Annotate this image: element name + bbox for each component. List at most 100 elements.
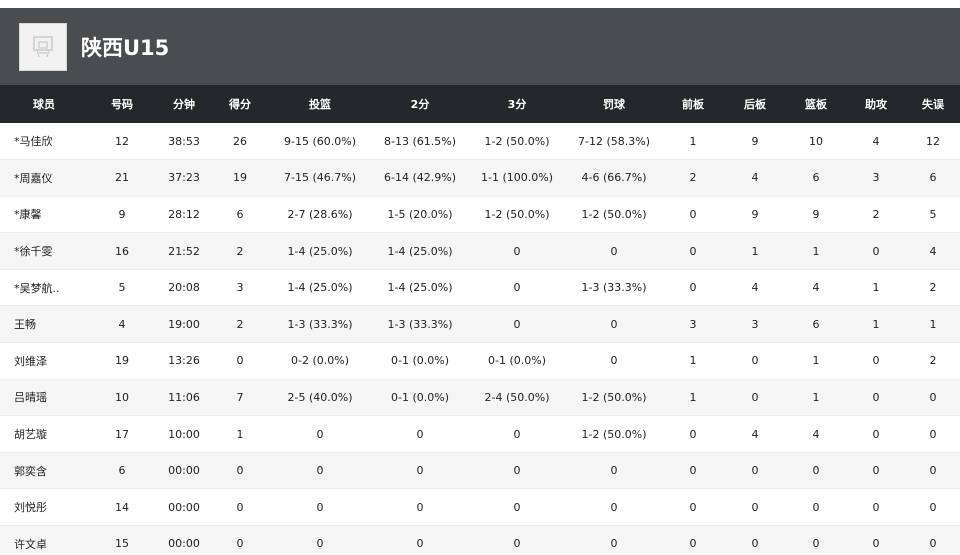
stat-cell-minutes: 00:00 xyxy=(156,525,212,555)
stat-cell-ft: 1-3 (33.3%) xyxy=(566,269,662,307)
stat-cell-def-reb: 9 xyxy=(724,123,786,161)
stat-cell-ast: 0 xyxy=(846,488,906,527)
stat-cell-def-reb: 4 xyxy=(724,269,786,307)
stat-cell-number: 5 xyxy=(88,269,156,307)
stat-cell-number: 10 xyxy=(88,379,156,417)
table-row: 吕晴瑶 10 11:06 7 2-5 (40.0%) 0-1 (0.0%) 2-4 (50.… xyxy=(0,379,960,417)
basketball-hoop-icon xyxy=(33,35,53,57)
stat-cell-def-reb: 0 xyxy=(724,452,786,490)
stat-cell-number: 15 xyxy=(88,525,156,555)
table-header-row: 球员 号码 分钟 得分 投篮 2分 3分 罚球 前板 后板 篮板 助攻 失误 xyxy=(0,85,960,123)
stat-cell-reb: 4 xyxy=(786,415,846,453)
stat-cell-fg: 1-4 (25.0%) xyxy=(268,269,372,307)
stat-cell-tov: 5 xyxy=(906,196,960,234)
stat-cell-ast: 1 xyxy=(846,269,906,307)
stat-cell-off-reb: 0 xyxy=(662,269,724,307)
stat-cell-points: 26 xyxy=(212,123,268,161)
stat-cell-tov: 4 xyxy=(906,232,960,270)
stat-cell-fg: 0-2 (0.0%) xyxy=(268,342,372,380)
stat-cell-off-reb: 0 xyxy=(662,196,724,234)
stat-cell-reb: 1 xyxy=(786,232,846,270)
stat-cell-three-pt: 0 xyxy=(468,415,566,453)
team-name: 陕西U15 xyxy=(81,35,170,60)
stat-cell-minutes: 10:00 xyxy=(156,415,212,453)
stat-cell-two-pt: 1-4 (25.0%) xyxy=(372,232,468,270)
stat-cell-tov: 1 xyxy=(906,305,960,344)
column-header-three-pt: 3分 xyxy=(507,98,527,111)
stat-cell-points: 7 xyxy=(212,379,268,417)
stat-cell-tov: 0 xyxy=(906,415,960,453)
stat-cell-off-reb: 1 xyxy=(662,379,724,417)
stat-cell-off-reb: 0 xyxy=(662,415,724,453)
stat-cell-fg: 0 xyxy=(268,525,372,555)
stat-cell-three-pt: 0 xyxy=(468,525,566,555)
column-header-reb: 篮板 xyxy=(805,98,827,111)
stat-cell-two-pt: 8-13 (61.5%) xyxy=(372,123,468,161)
player-name-cell: *吴梦航.. xyxy=(0,269,88,307)
stat-cell-fg: 1-3 (33.3%) xyxy=(268,305,372,344)
table-row: 刘维泽 19 13:26 0 0-2 (0.0%) 0-1 (0.0%) 0-1 (0.0%… xyxy=(0,342,960,380)
stat-cell-reb: 0 xyxy=(786,452,846,490)
stat-cell-number: 16 xyxy=(88,232,156,270)
column-header-number: 号码 xyxy=(111,98,133,111)
stat-cell-tov: 12 xyxy=(906,123,960,161)
column-header-minutes: 分钟 xyxy=(173,98,195,111)
stat-cell-ft: 0 xyxy=(566,525,662,555)
stat-cell-reb: 0 xyxy=(786,525,846,555)
stat-cell-fg: 0 xyxy=(268,488,372,527)
stat-cell-fg: 1-4 (25.0%) xyxy=(268,232,372,270)
stat-cell-ast: 3 xyxy=(846,159,906,197)
stat-cell-three-pt: 0 xyxy=(468,452,566,490)
stat-cell-reb: 6 xyxy=(786,159,846,197)
stat-cell-points: 6 xyxy=(212,196,268,234)
stat-cell-tov: 0 xyxy=(906,525,960,555)
team-header: 陕西U15 xyxy=(0,8,960,85)
stat-cell-ft: 0 xyxy=(566,232,662,270)
stat-cell-ast: 0 xyxy=(846,525,906,555)
stat-cell-ft: 0 xyxy=(566,342,662,380)
column-header-ft: 罚球 xyxy=(603,98,625,111)
table-row: 许文卓 15 00:00 0 0 0 0 0 0 0 0 0 0 xyxy=(0,525,960,555)
stat-cell-def-reb: 1 xyxy=(724,232,786,270)
player-name-cell: 许文卓 xyxy=(0,525,88,555)
stat-cell-minutes: 20:08 xyxy=(156,269,212,307)
stat-cell-def-reb: 0 xyxy=(724,342,786,380)
table-row: 刘悦彤 14 00:00 0 0 0 0 0 0 0 0 0 0 xyxy=(0,488,960,527)
stat-cell-points: 3 xyxy=(212,269,268,307)
stat-cell-def-reb: 9 xyxy=(724,196,786,234)
stat-cell-fg: 2-7 (28.6%) xyxy=(268,196,372,234)
stat-cell-def-reb: 0 xyxy=(724,488,786,527)
table-body: *马佳欣 12 38:53 26 9-15 (60.0%) 8-13 (61.5%) 1-2… xyxy=(0,123,960,555)
top-spacer xyxy=(0,0,960,8)
stat-cell-ft: 0 xyxy=(566,488,662,527)
stat-cell-number: 6 xyxy=(88,452,156,490)
stat-cell-ft: 1-2 (50.0%) xyxy=(566,196,662,234)
stat-cell-number: 17 xyxy=(88,415,156,453)
table-row: *周嘉仪 21 37:23 19 7-15 (46.7%) 6-14 (42.9%) 1-1… xyxy=(0,159,960,197)
player-name-cell: *周嘉仪 xyxy=(0,159,88,197)
stat-cell-minutes: 00:00 xyxy=(156,452,212,490)
stat-cell-tov: 0 xyxy=(906,379,960,417)
stat-cell-ast: 1 xyxy=(846,305,906,344)
column-header-ast: 助攻 xyxy=(865,98,887,111)
stat-cell-ast: 0 xyxy=(846,379,906,417)
player-name-cell: *康馨 xyxy=(0,196,88,234)
stat-cell-off-reb: 0 xyxy=(662,452,724,490)
stat-cell-two-pt: 1-5 (20.0%) xyxy=(372,196,468,234)
player-name-cell: 郭奕含 xyxy=(0,452,88,490)
stat-cell-minutes: 00:00 xyxy=(156,488,212,527)
stat-cell-reb: 1 xyxy=(786,342,846,380)
player-name-cell: 吕晴瑶 xyxy=(0,379,88,417)
stat-cell-minutes: 13:26 xyxy=(156,342,212,380)
stat-cell-minutes: 21:52 xyxy=(156,232,212,270)
stat-cell-three-pt: 0 xyxy=(468,488,566,527)
stat-cell-number: 9 xyxy=(88,196,156,234)
box-score-table: 球员 号码 分钟 得分 投篮 2分 3分 罚球 前板 后板 篮板 助攻 失误 *马佳欣 12 38:53 26… xyxy=(0,85,960,555)
stat-cell-points: 0 xyxy=(212,525,268,555)
stat-cell-two-pt: 0 xyxy=(372,525,468,555)
stat-cell-three-pt: 0 xyxy=(468,269,566,307)
player-name-cell: 刘维泽 xyxy=(0,342,88,380)
table-row: *吴梦航.. 5 20:08 3 1-4 (25.0%) 1-4 (25.0%) 0 1-3 … xyxy=(0,269,960,307)
stat-cell-ft: 7-12 (58.3%) xyxy=(566,123,662,161)
column-header-two-pt: 2分 xyxy=(410,98,430,111)
